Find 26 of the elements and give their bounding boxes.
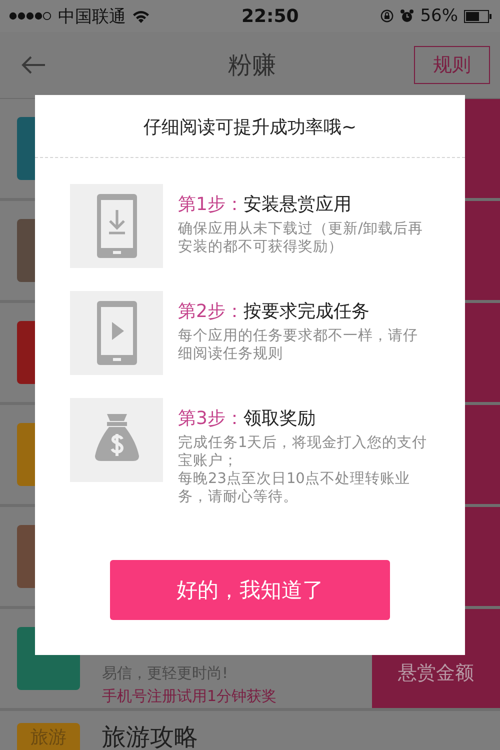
step-number: 第3步： [178, 408, 244, 429]
battery-icon [464, 10, 492, 22]
confirm-button[interactable]: 好的，我知道了 [110, 560, 390, 620]
clock-time: 22:50 [241, 6, 299, 26]
step-description: 每晚23点至次日10点不处理转账业务，请耐心等待。 [178, 470, 411, 506]
page-title: 粉赚 [228, 50, 276, 81]
step-title: 领取奖励 [243, 408, 316, 429]
step-description: 每个应用的任务要求都不一样，请仔细阅读任务规则 [178, 327, 419, 363]
step-description: 确保应用从未下载过（更新/卸载后再安装的都不可获得奖励） [178, 220, 424, 256]
step-number: 第2步： [178, 301, 244, 322]
back-arrow-icon[interactable] [20, 55, 46, 75]
step-title: 按要求完成任务 [243, 301, 370, 322]
step-title: 安装悬赏应用 [243, 194, 352, 215]
rotation-lock-icon [380, 9, 394, 23]
signal-icon [8, 11, 52, 21]
alarm-icon [400, 9, 414, 23]
step-description: 完成任务1天后，将现金打入您的支付宝账户； [178, 434, 428, 470]
reward-label: 悬赏金额 [398, 661, 474, 686]
task-hint: 手机号注册试用1分钟获奖 [102, 687, 278, 706]
app-name: 旅游攻略 [102, 725, 199, 749]
wifi-icon [132, 10, 150, 22]
rules-button[interactable]: 规则 [414, 46, 490, 84]
step-number: 第1步： [178, 194, 244, 215]
carrier-name: 中国联通 [58, 6, 126, 28]
battery-percent: 56% [420, 6, 458, 26]
dialog-title: 仔细阅读可提升成功率哦~ [35, 95, 465, 158]
